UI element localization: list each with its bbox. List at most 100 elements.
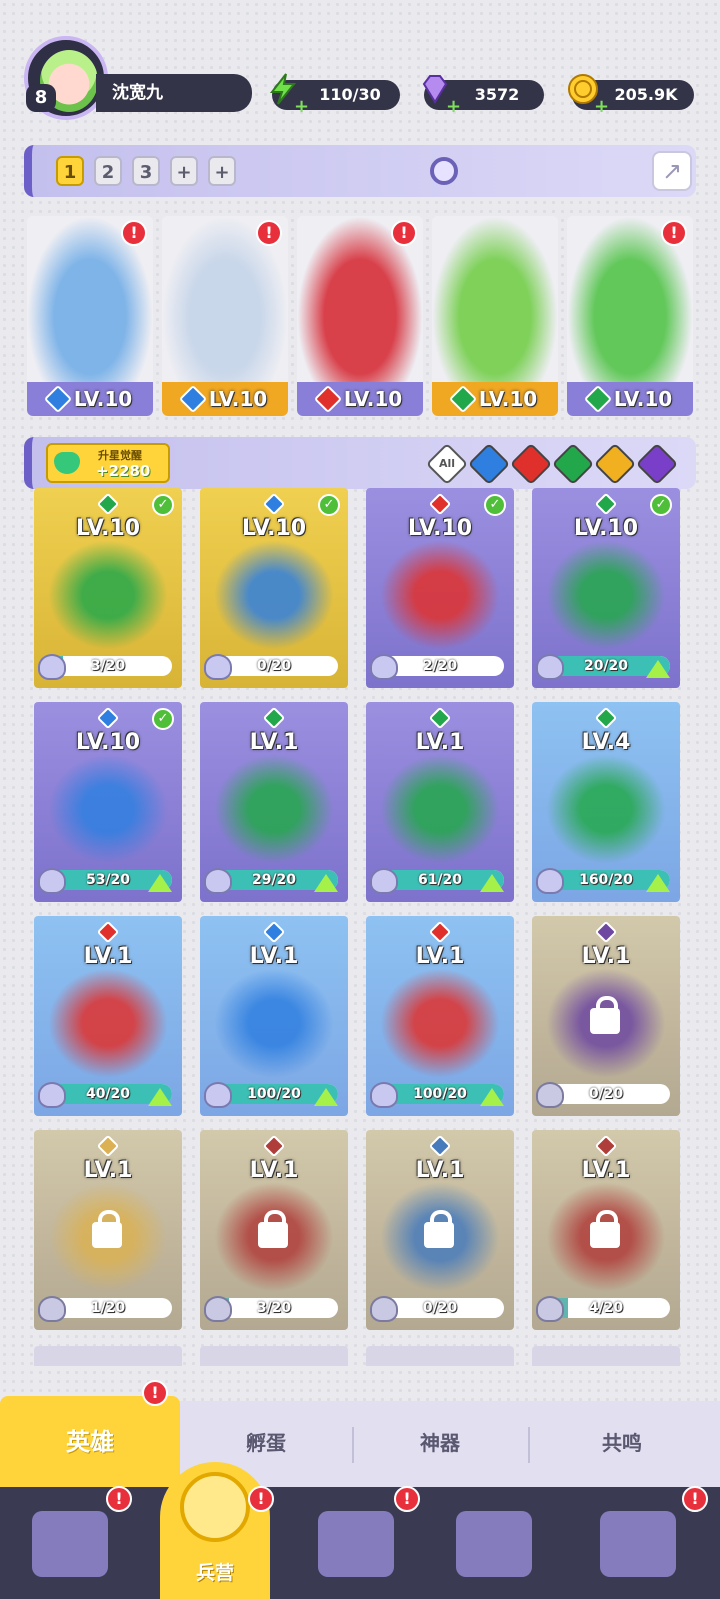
filter-wind-icon[interactable] [551, 442, 595, 486]
check-icon: ✓ [650, 494, 672, 516]
shard-icon [536, 1296, 564, 1322]
star-awaken-value: +2280 [96, 462, 151, 480]
upgrade-arrow-icon [480, 1088, 504, 1106]
shard-icon [204, 1296, 232, 1322]
upgrade-arrow-icon [314, 874, 338, 892]
hero-portrait [380, 754, 500, 864]
team-member-card[interactable]: LV.10! [567, 216, 693, 416]
gem-value: 3572 [474, 85, 520, 104]
hero-card[interactable]: LV.1 40/20 [34, 916, 182, 1116]
hero-portrait [48, 968, 168, 1078]
hero-card[interactable]: LV.1 0/20 [366, 1130, 514, 1330]
hero-card[interactable]: LV.1 100/20 [366, 916, 514, 1116]
hero-portrait [432, 216, 558, 384]
team-member-card[interactable]: LV.10! [27, 216, 153, 416]
hero-level: LV.1 [249, 1158, 299, 1183]
hero-portrait [48, 540, 168, 650]
water-element-icon [262, 920, 286, 944]
upgrade-arrow-icon [148, 1088, 172, 1106]
hero-card[interactable]: LV.1 29/20 [200, 702, 348, 902]
check-icon: ✓ [152, 494, 174, 516]
star-awaken-badge[interactable]: 升星觉醒 +2280 [46, 443, 170, 483]
team-member-card[interactable]: LV.10 [432, 216, 558, 416]
filter-bar: 升星觉醒 +2280 All [24, 437, 696, 489]
tab-heroes[interactable]: 英雄 [0, 1396, 180, 1488]
wind-element-icon [262, 706, 286, 730]
hero-card[interactable]: LV.10 ✓ 53/20 [34, 702, 182, 902]
energy-value: 110/30 [319, 85, 381, 104]
team-slot-add-2[interactable]: + [208, 156, 236, 186]
hero-level: LV.10 [573, 516, 639, 541]
team-slot-add-1[interactable]: + [170, 156, 198, 186]
wind-element-icon [96, 492, 120, 516]
search-icon[interactable] [430, 157, 458, 185]
filter-all-button[interactable]: All [425, 442, 469, 486]
hero-card[interactable]: LV.10 ✓ 0/20 [200, 488, 348, 688]
filter-dark-icon[interactable] [635, 442, 679, 486]
shard-icon [536, 868, 564, 894]
tab-divider [352, 1427, 354, 1463]
coin-counter[interactable]: + 205.9K [568, 74, 694, 117]
nav-barracks[interactable]: 兵营 [160, 1462, 270, 1599]
hero-portrait [214, 754, 334, 864]
team-member-level: LV.10 [27, 382, 153, 416]
team-member-level: LV.10 [297, 382, 423, 416]
hero-card[interactable]: LV.1 1/20 [34, 1130, 182, 1330]
filter-water-icon[interactable] [467, 442, 511, 486]
hero-card[interactable]: LV.10 ✓ 20/20 [532, 488, 680, 688]
hero-level: LV.1 [249, 730, 299, 755]
team-slot-1[interactable]: 1 [56, 156, 84, 186]
gem-plus-icon[interactable]: + [446, 92, 461, 122]
hero-card-partial [200, 1346, 348, 1366]
fire-element-icon [428, 920, 452, 944]
shard-icon [38, 868, 66, 894]
check-icon: ✓ [484, 494, 506, 516]
team-member-card[interactable]: LV.10! [297, 216, 423, 416]
player-name: 沈宽九 [96, 74, 252, 112]
hero-card[interactable]: LV.1 3/20 [200, 1130, 348, 1330]
lock-icon [258, 1210, 288, 1248]
star-awaken-label: 升星觉醒 [98, 449, 142, 462]
tab-heroes-alert-icon: ! [142, 1380, 168, 1406]
shard-icon [38, 1296, 66, 1322]
wind-element-icon [448, 384, 477, 414]
shard-icon [370, 1082, 398, 1108]
hero-card[interactable]: LV.10 ✓ 3/20 [34, 488, 182, 688]
hero-card[interactable]: LV.10 ✓ 2/20 [366, 488, 514, 688]
team-member-level: LV.10 [432, 382, 558, 416]
hero-card[interactable]: LV.1 4/20 [532, 1130, 680, 1330]
hero-portrait [214, 968, 334, 1078]
share-icon[interactable]: ↗ [652, 151, 692, 191]
hero-level: LV.1 [415, 944, 465, 969]
hero-card[interactable]: LV.1 100/20 [200, 916, 348, 1116]
filter-fire-icon[interactable] [509, 442, 553, 486]
nav-map-icon[interactable] [318, 1511, 394, 1577]
nav-cards-icon[interactable] [32, 1511, 108, 1577]
hero-portrait [48, 754, 168, 864]
nav-castle-icon[interactable] [456, 1511, 532, 1577]
nav-mushroom-icon[interactable] [600, 1511, 676, 1577]
fire-element-icon [594, 1134, 618, 1158]
energy-plus-icon[interactable]: + [294, 92, 309, 122]
tab-hatch[interactable]: 孵蛋 [246, 1427, 286, 1456]
hero-level: LV.10 [75, 516, 141, 541]
team-slot-2[interactable]: 2 [94, 156, 122, 186]
hero-card[interactable]: LV.1 61/20 [366, 702, 514, 902]
tab-resonance[interactable]: 共鸣 [602, 1427, 642, 1456]
tab-artifact[interactable]: 神器 [420, 1427, 460, 1456]
fire-element-icon [313, 384, 342, 414]
hero-level: LV.10 [241, 516, 307, 541]
shard-icon [204, 868, 232, 894]
hero-card[interactable]: LV.1 0/20 [532, 916, 680, 1116]
hero-card[interactable]: LV.4 160/20 [532, 702, 680, 902]
hero-portrait [546, 540, 666, 650]
water-element-icon [96, 706, 120, 730]
fire-element-icon [262, 1134, 286, 1158]
team-member-card[interactable]: LV.10! [162, 216, 288, 416]
energy-counter[interactable]: + 110/30 [269, 73, 400, 117]
hero-level: LV.1 [249, 944, 299, 969]
gem-counter[interactable]: + 3572 [422, 75, 544, 117]
coin-plus-icon[interactable]: + [594, 92, 609, 122]
team-slot-3[interactable]: 3 [132, 156, 160, 186]
filter-light-icon[interactable] [593, 442, 637, 486]
